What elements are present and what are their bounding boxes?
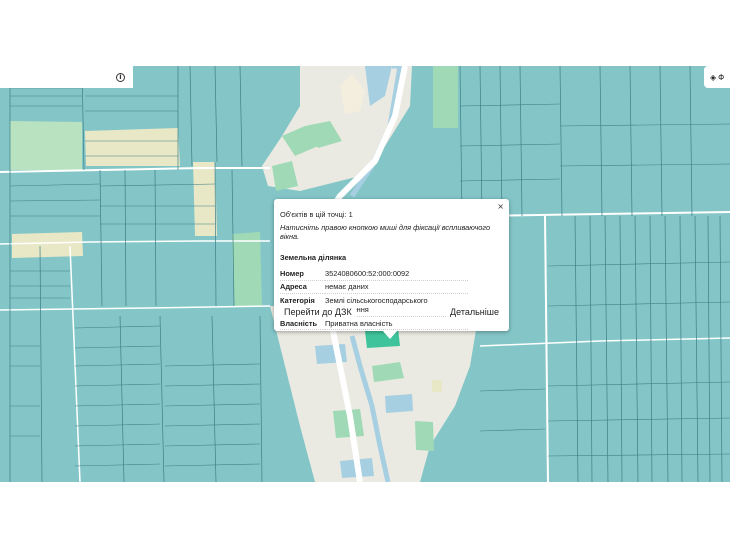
parcel-popup: × Об'єктів в цій точці: 1 Натисніть прав… — [274, 199, 509, 331]
water-area — [385, 394, 413, 413]
row-value: 3524080600:52:000:0092 — [325, 267, 468, 281]
field-area — [432, 380, 442, 392]
popup-hint: Натисніть правою кнопкою миші для фіксац… — [280, 223, 491, 241]
close-icon[interactable]: × — [497, 202, 504, 211]
building-area — [415, 421, 434, 451]
water-area — [315, 344, 347, 364]
field-area — [85, 128, 180, 166]
table-row: Номер 3524080600:52:000:0092 — [280, 267, 468, 281]
popup-actions: Перейти до ДЗК Детальніше — [280, 305, 503, 319]
meadow-area — [10, 121, 82, 170]
meadow-area — [433, 66, 458, 128]
objects-count: Об'єктів в цій точці: 1 — [280, 210, 353, 219]
row-key: Номер — [280, 267, 325, 281]
meadow-area — [232, 232, 262, 306]
table-row: Адреса немає даних — [280, 280, 468, 295]
layers-button[interactable]: ◈ Ф — [704, 66, 730, 88]
field-area — [193, 162, 217, 236]
parcel-info-table: Номер 3524080600:52:000:0092 Адреса нема… — [280, 267, 468, 331]
field-area — [12, 232, 83, 258]
viewport: i ◈ Ф × Об'єктів в цій точці: 1 Натисніт… — [0, 0, 730, 547]
info-icon: i — [116, 72, 125, 82]
details-button[interactable]: Детальніше — [446, 305, 503, 319]
popup-pointer — [382, 330, 398, 339]
info-button[interactable]: i — [108, 66, 133, 88]
search-area[interactable] — [0, 66, 108, 88]
section-title: Земельна ділянка — [280, 253, 347, 262]
layers-label: Ф — [718, 72, 725, 82]
layers-icon: ◈ — [710, 72, 717, 82]
goto-dzk-button[interactable]: Перейти до ДЗК — [280, 305, 356, 319]
row-value: немає даних — [325, 280, 468, 295]
row-key: Адреса — [280, 280, 325, 295]
